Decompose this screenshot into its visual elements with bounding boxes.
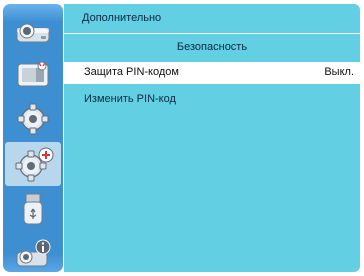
menu-item-label: Изменить PIN-код xyxy=(84,93,176,105)
sidebar-item-display[interactable] xyxy=(3,8,63,52)
menu-window: Дополнительно Безопасность Защита PIN-ко… xyxy=(0,0,364,276)
sidebar-item-advanced[interactable] xyxy=(5,142,61,186)
sidebar-item-image[interactable] xyxy=(3,52,63,96)
advanced-gear-icon xyxy=(15,147,54,182)
menu-panel: Дополнительно Безопасность Защита PIN-ко… xyxy=(64,4,360,272)
menu-item-pin-lock[interactable]: Защита PIN-кодом Выкл. xyxy=(64,62,360,84)
projector-icon xyxy=(16,23,50,43)
divider xyxy=(64,33,360,34)
usb-icon xyxy=(23,193,43,225)
image-icon xyxy=(17,61,49,87)
sidebar xyxy=(3,4,63,272)
menu-item-change-pin[interactable]: Изменить PIN-код xyxy=(64,90,360,110)
projector-info-icon xyxy=(16,239,51,267)
menu-item-value: Выкл. xyxy=(324,66,354,78)
gear-icon xyxy=(17,103,49,135)
menu-title: Дополнительно xyxy=(82,12,162,24)
menu-item-label: Защита PIN-кодом xyxy=(84,66,179,78)
sidebar-item-usb[interactable] xyxy=(3,187,63,231)
sidebar-item-info[interactable] xyxy=(3,232,63,272)
sidebar-item-setup[interactable] xyxy=(3,97,63,141)
section-title: Безопасность xyxy=(176,41,248,53)
